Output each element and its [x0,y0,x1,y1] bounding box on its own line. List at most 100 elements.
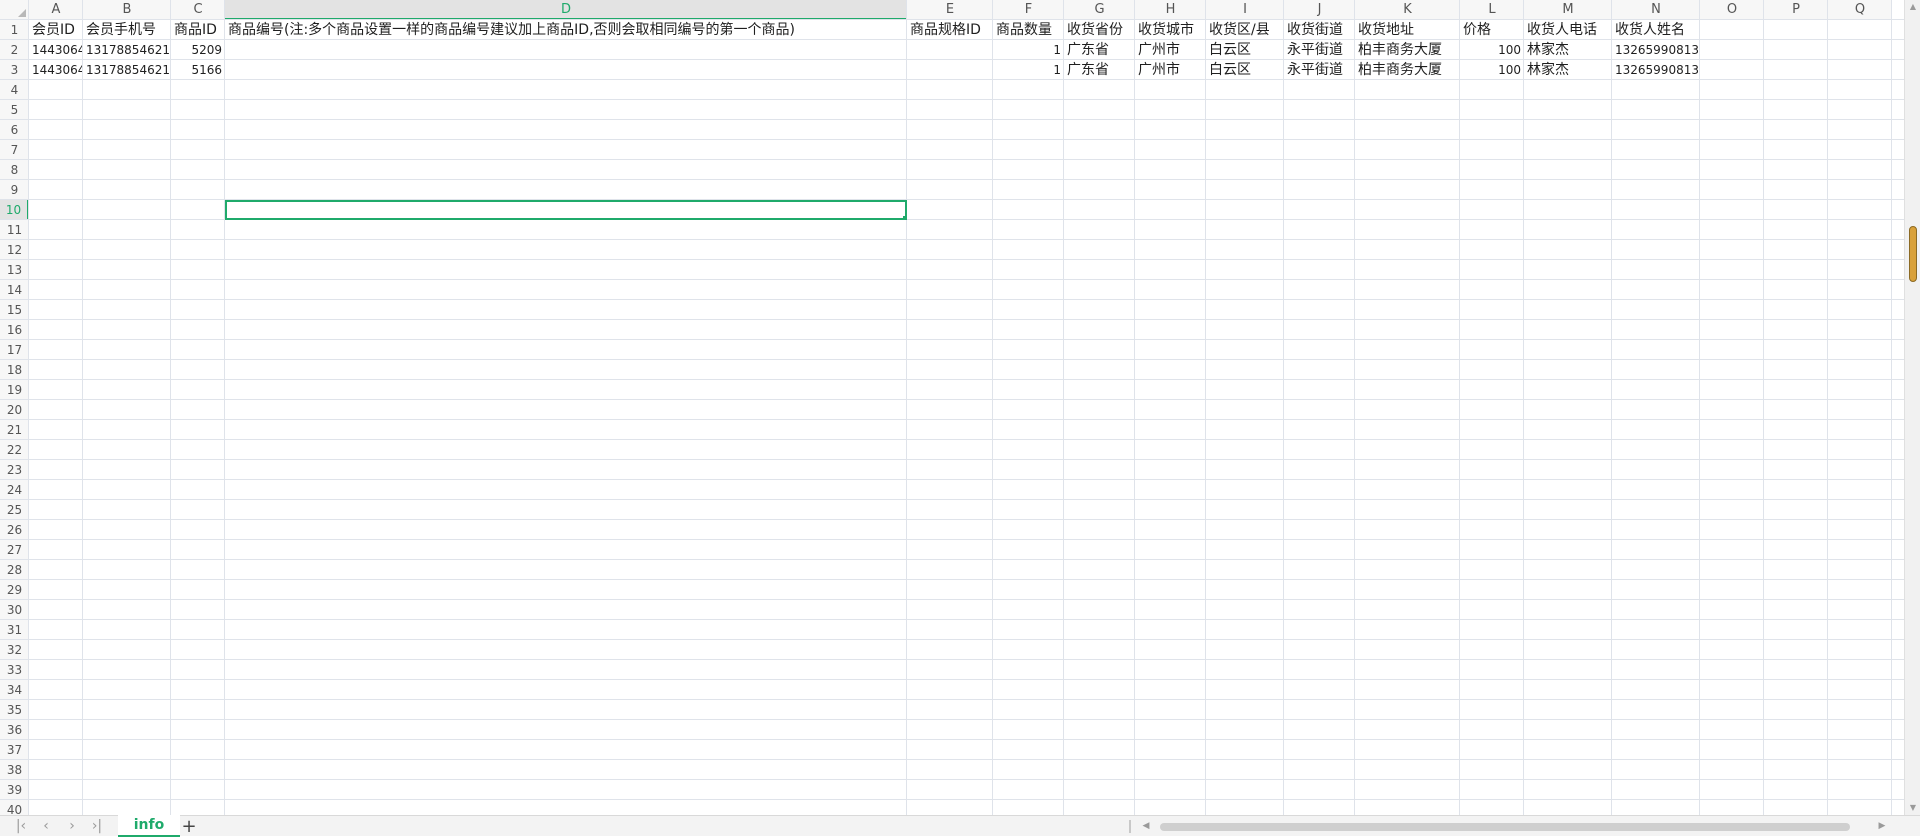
scroll-up-icon[interactable]: ▲ [1905,0,1920,14]
select-all-corner[interactable] [0,0,29,20]
data-cell[interactable]: 1 [993,40,1064,60]
data-cell[interactable]: 永平街道 [1284,60,1355,80]
column-header-e[interactable]: E [907,0,993,20]
row-header-26[interactable]: 26 [0,520,29,540]
row-header-13[interactable]: 13 [0,260,29,280]
data-cell[interactable]: 广东省 [1064,40,1135,60]
vertical-scrollbar[interactable]: ▲ ▼ [1904,0,1920,815]
row-header-21[interactable]: 21 [0,420,29,440]
row-header-33[interactable]: 33 [0,660,29,680]
horizontal-scrollbar[interactable]: ◀ ▶ [1139,819,1889,834]
row-header-6[interactable]: 6 [0,120,29,140]
column-header-p[interactable]: P [1764,0,1828,20]
data-cell[interactable]: 柏丰商务大厦 [1355,60,1460,80]
row-header-18[interactable]: 18 [0,360,29,380]
data-cell[interactable]: 5209 [171,40,225,60]
header-cell[interactable]: 商品ID [171,20,225,40]
row-header-16[interactable]: 16 [0,320,29,340]
row-header-28[interactable]: 28 [0,560,29,580]
vertical-scroll-thumb[interactable] [1909,226,1917,282]
row-header-38[interactable]: 38 [0,760,29,780]
row-header-10[interactable]: 10 [0,200,29,220]
row-header-7[interactable]: 7 [0,140,29,160]
header-cell[interactable]: 商品数量 [993,20,1064,40]
column-header-a[interactable]: A [29,0,83,20]
row-header-1[interactable]: 1 [0,20,29,40]
scroll-split-handle[interactable] [1129,820,1131,833]
column-header-k[interactable]: K [1355,0,1460,20]
row-header-4[interactable]: 4 [0,80,29,100]
column-header-h[interactable]: H [1135,0,1206,20]
add-sheet-button[interactable]: + [178,816,200,837]
header-cell[interactable]: 商品编号(注:多个商品设置一样的商品编号建议加上商品ID,否则会取相同编号的第一… [225,20,907,40]
scroll-left-icon[interactable]: ◀ [1139,819,1153,834]
data-cell[interactable]: 广州市 [1135,40,1206,60]
sheet-tab-info[interactable]: info [118,815,180,837]
data-cell[interactable]: 白云区 [1206,40,1284,60]
data-cell[interactable]: 1 [993,60,1064,80]
row-header-19[interactable]: 19 [0,380,29,400]
row-header-35[interactable]: 35 [0,700,29,720]
spreadsheet-grid[interactable]: ABCDEFGHIJKLMNOPQ 1 2 3 4 5 6 7 8 9 10 11 12 13 14 15 1… [0,0,1904,815]
header-cell[interactable]: 收货区/县 [1206,20,1284,40]
column-header-m[interactable]: M [1524,0,1612,20]
data-cell[interactable]: 13265990813 [1612,60,1700,80]
row-header-34[interactable]: 34 [0,680,29,700]
header-cell[interactable]: 收货城市 [1135,20,1206,40]
row-header-15[interactable]: 15 [0,300,29,320]
row-header-20[interactable]: 20 [0,400,29,420]
first-sheet-icon[interactable]: |‹ [8,816,34,837]
data-cell[interactable]: 5166 [171,60,225,80]
column-header-f[interactable]: F [993,0,1064,20]
row-header-5[interactable]: 5 [0,100,29,120]
row-header-32[interactable]: 32 [0,640,29,660]
column-header-i[interactable]: I [1206,0,1284,20]
header-cell[interactable]: 收货街道 [1284,20,1355,40]
header-cell[interactable]: 收货省份 [1064,20,1135,40]
data-cell[interactable]: 13178854621 [83,40,171,60]
column-header-c[interactable]: C [171,0,225,20]
row-header-40[interactable]: 40 [0,800,29,815]
row-header-24[interactable]: 24 [0,480,29,500]
column-header-d[interactable]: D [225,0,907,20]
row-header-9[interactable]: 9 [0,180,29,200]
row-header-22[interactable]: 22 [0,440,29,460]
data-cell[interactable]: 1443064 [29,40,83,60]
row-header-31[interactable]: 31 [0,620,29,640]
header-cell[interactable]: 商品规格ID [907,20,993,40]
row-header-36[interactable]: 36 [0,720,29,740]
data-cell[interactable]: 100 [1460,40,1524,60]
scroll-down-icon[interactable]: ▼ [1905,801,1920,815]
row-header-11[interactable]: 11 [0,220,29,240]
horizontal-scroll-thumb[interactable] [1160,823,1850,831]
data-cell[interactable]: 林家杰 [1524,40,1612,60]
data-cell[interactable]: 13265990813 [1612,40,1700,60]
header-cell[interactable]: 会员手机号 [83,20,171,40]
row-header-29[interactable]: 29 [0,580,29,600]
last-sheet-icon[interactable]: ›| [84,816,110,837]
row-header-25[interactable]: 25 [0,500,29,520]
header-cell[interactable]: 收货人姓名 [1612,20,1700,40]
header-cell[interactable]: 价格 [1460,20,1524,40]
row-header-12[interactable]: 12 [0,240,29,260]
column-header-o[interactable]: O [1700,0,1764,20]
column-header-j[interactable]: J [1284,0,1355,20]
row-header-39[interactable]: 39 [0,780,29,800]
column-header-b[interactable]: B [83,0,171,20]
row-header-37[interactable]: 37 [0,740,29,760]
data-cell[interactable]: 1443064 [29,60,83,80]
data-cell[interactable]: 广州市 [1135,60,1206,80]
data-cell[interactable]: 广东省 [1064,60,1135,80]
row-header-17[interactable]: 17 [0,340,29,360]
row-header-8[interactable]: 8 [0,160,29,180]
scroll-right-icon[interactable]: ▶ [1875,819,1889,834]
row-header-27[interactable]: 27 [0,540,29,560]
row-header-3[interactable]: 3 [0,60,29,80]
data-cell[interactable]: 13178854621 [83,60,171,80]
row-header-14[interactable]: 14 [0,280,29,300]
column-header-n[interactable]: N [1612,0,1700,20]
data-cell[interactable]: 柏丰商务大厦 [1355,40,1460,60]
header-cell[interactable]: 会员ID [29,20,83,40]
row-header-23[interactable]: 23 [0,460,29,480]
next-sheet-icon[interactable]: › [59,816,85,837]
